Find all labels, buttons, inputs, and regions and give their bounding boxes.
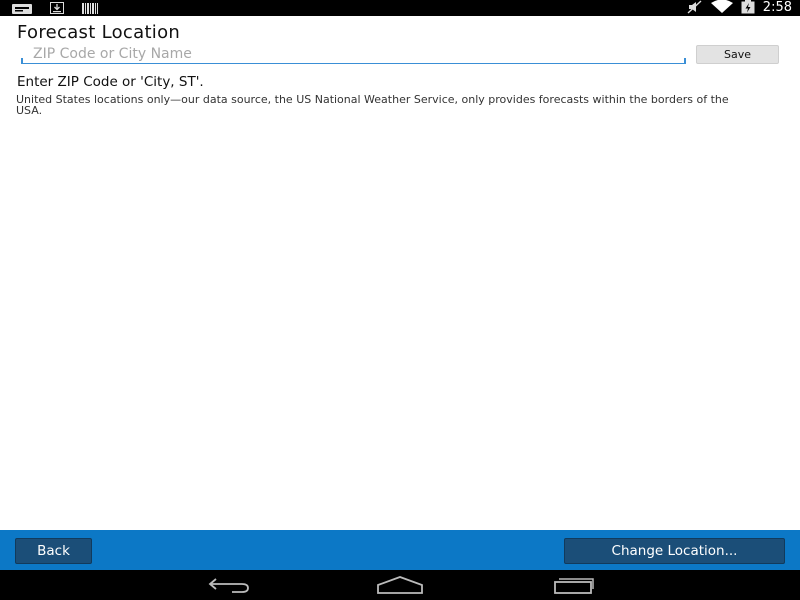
status-bar-right: 2:58 bbox=[687, 0, 792, 16]
wifi-icon bbox=[710, 0, 733, 18]
status-bar-left bbox=[12, 1, 98, 14]
instruction-text: Enter ZIP Code or 'City, ST'. bbox=[17, 74, 204, 90]
download-icon bbox=[50, 0, 64, 18]
notification-icon bbox=[12, 0, 32, 18]
zip-city-input[interactable] bbox=[21, 44, 685, 64]
battery-icon bbox=[741, 0, 755, 18]
change-location-button[interactable]: Change Location... bbox=[564, 538, 785, 564]
home-nav-icon[interactable] bbox=[375, 574, 425, 596]
status-time: 2:58 bbox=[762, 0, 792, 15]
page-title: Forecast Location bbox=[17, 22, 181, 43]
barcode-icon bbox=[82, 0, 98, 18]
input-underline-tick-right bbox=[684, 58, 686, 64]
system-nav-bar bbox=[0, 570, 800, 600]
bottom-action-bar: Back Change Location... bbox=[0, 530, 800, 570]
usa-only-note: United States locations only—our data so… bbox=[16, 93, 729, 117]
status-bar: 2:58 bbox=[0, 0, 800, 16]
back-button[interactable]: Back bbox=[15, 538, 92, 564]
input-underline-tick-left bbox=[21, 58, 23, 64]
mute-icon bbox=[687, 0, 703, 18]
back-nav-icon[interactable] bbox=[204, 574, 254, 596]
save-button[interactable]: Save bbox=[696, 45, 779, 64]
recents-nav-icon[interactable] bbox=[547, 574, 597, 596]
